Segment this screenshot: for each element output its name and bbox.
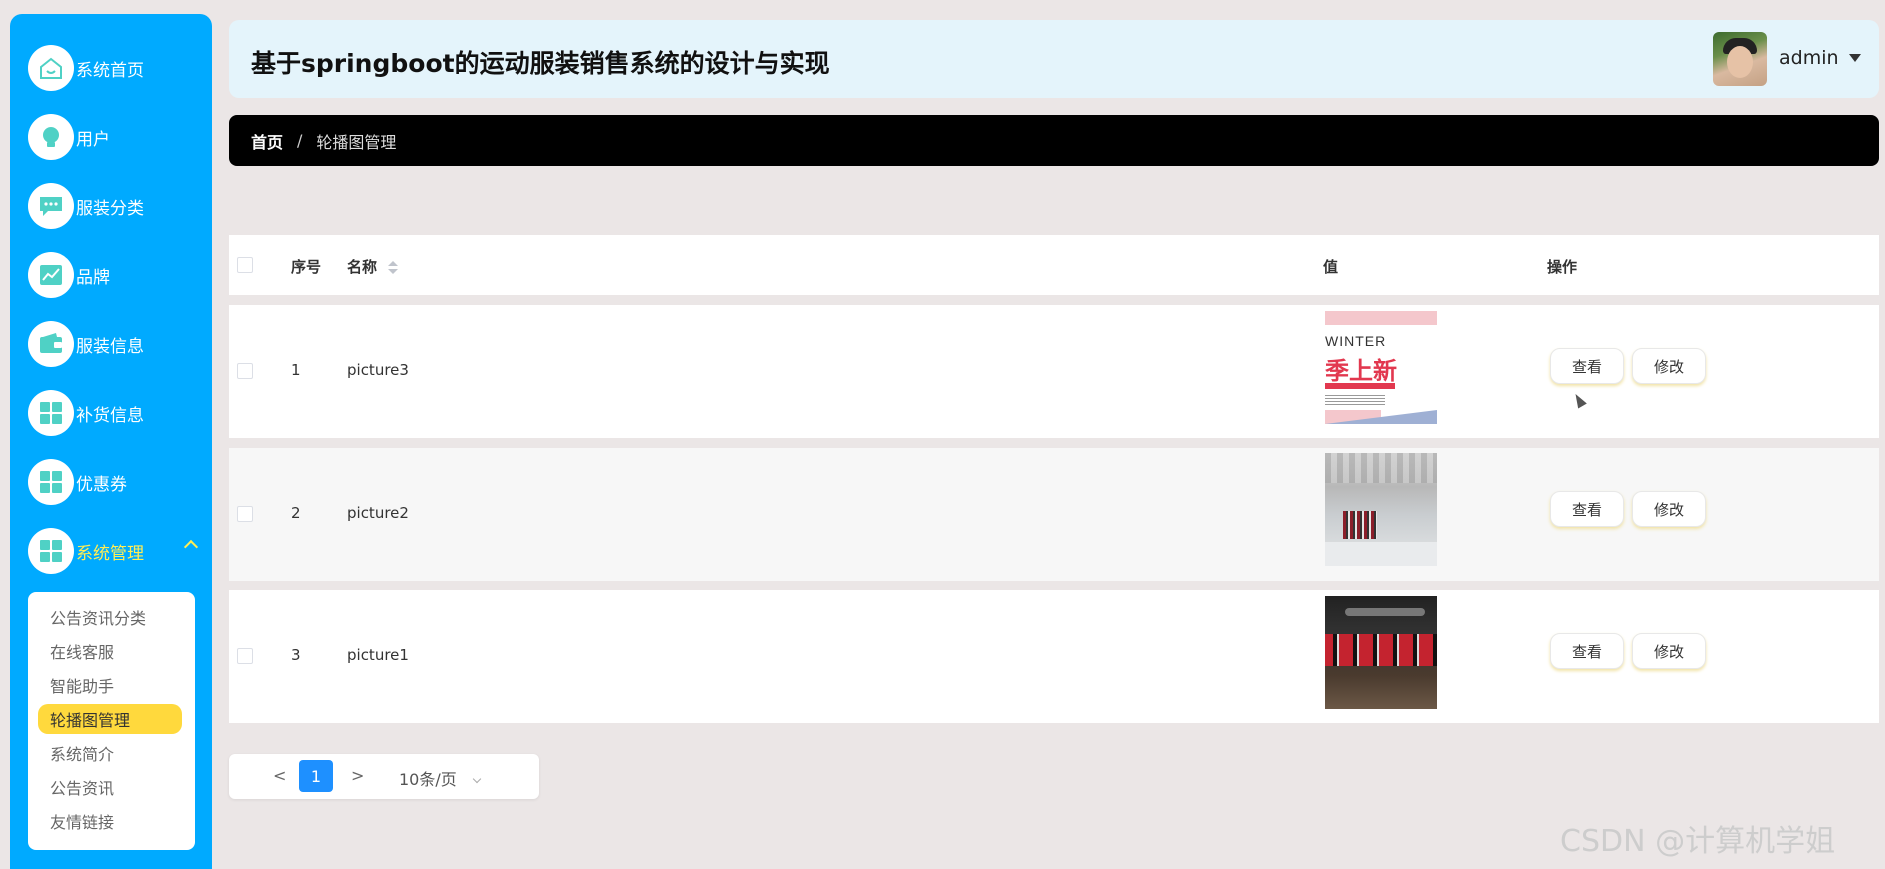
watermark: CSDN @计算机学姐 bbox=[1560, 824, 1836, 859]
sidebar-item-users[interactable]: 用户 bbox=[28, 112, 204, 162]
avatar[interactable] bbox=[1713, 32, 1767, 86]
sidebar-item-label: 用户 bbox=[76, 129, 110, 150]
sidebar-item-home[interactable]: 系统首页 bbox=[28, 43, 204, 93]
home-icon bbox=[28, 45, 74, 91]
bulb-icon bbox=[28, 114, 74, 160]
edit-button[interactable]: 修改 bbox=[1632, 491, 1706, 527]
submenu-item-carousel[interactable]: 轮播图管理 bbox=[38, 704, 182, 734]
chart-icon bbox=[28, 252, 74, 298]
column-header-actions: 操作 bbox=[1547, 258, 1578, 276]
carousel-thumbnail[interactable]: WINTER 季上新 bbox=[1325, 311, 1437, 424]
page-size-value: 10条/页 bbox=[399, 770, 457, 789]
caret-down-icon bbox=[1848, 54, 1861, 62]
submenu-system-management: 公告资讯分类 在线客服 智能助手 轮播图管理 系统简介 公告资讯 友情链接 bbox=[28, 592, 195, 850]
submenu-item-notice-category[interactable]: 公告资讯分类 bbox=[38, 602, 182, 632]
row-index: 3 bbox=[291, 646, 301, 664]
breadcrumb-separator: / bbox=[297, 131, 303, 150]
submenu-item-online-service[interactable]: 在线客服 bbox=[38, 636, 182, 666]
sidebar-item-label: 服装信息 bbox=[76, 336, 144, 357]
column-header-name-label: 名称 bbox=[347, 258, 378, 276]
row-name: picture3 bbox=[347, 361, 409, 379]
breadcrumb: 首页 / 轮播图管理 bbox=[229, 115, 1879, 166]
page-number-current[interactable]: 1 bbox=[299, 760, 333, 792]
row-index: 1 bbox=[291, 361, 301, 379]
row-checkbox[interactable] bbox=[237, 648, 253, 664]
sidebar-item-clothing-info[interactable]: 服装信息 bbox=[28, 319, 204, 369]
view-button[interactable]: 查看 bbox=[1550, 491, 1624, 527]
column-header-name[interactable]: 名称 bbox=[347, 256, 399, 277]
sidebar-item-coupon[interactable]: 优惠券 bbox=[28, 457, 204, 507]
row-index: 2 bbox=[291, 504, 301, 522]
sidebar-item-restock[interactable]: 补货信息 bbox=[28, 388, 204, 438]
submenu-item-links[interactable]: 友情链接 bbox=[38, 806, 182, 836]
view-button[interactable]: 查看 bbox=[1550, 348, 1624, 384]
table-row: 1 picture3 WINTER 季上新 查看 修改 bbox=[229, 305, 1879, 438]
thumbnail-text: WINTER bbox=[1325, 333, 1387, 349]
username: admin bbox=[1779, 47, 1839, 69]
submenu-item-notice[interactable]: 公告资讯 bbox=[38, 772, 182, 802]
table-row: 2 picture2 查看 修改 bbox=[229, 448, 1879, 581]
next-page-button[interactable]: > bbox=[351, 766, 364, 785]
sidebar-item-label: 补货信息 bbox=[76, 405, 144, 426]
row-name: picture2 bbox=[347, 504, 409, 522]
row-checkbox[interactable] bbox=[237, 506, 253, 522]
chevron-up-icon bbox=[183, 539, 199, 555]
prev-page-button[interactable]: < bbox=[273, 766, 286, 785]
sidebar-item-label: 系统首页 bbox=[76, 60, 144, 81]
header: 基于springboot的运动服装销售系统的设计与实现 admin bbox=[229, 20, 1879, 98]
chat-icon bbox=[28, 183, 74, 229]
carousel-thumbnail[interactable] bbox=[1325, 596, 1437, 709]
user-menu[interactable]: admin bbox=[1779, 47, 1861, 69]
row-name: picture1 bbox=[347, 646, 409, 664]
select-all-checkbox[interactable] bbox=[237, 257, 253, 273]
grid-icon bbox=[28, 390, 74, 436]
sort-icon[interactable] bbox=[388, 260, 399, 275]
submenu-item-system-intro[interactable]: 系统简介 bbox=[38, 738, 182, 768]
sidebar-item-label: 优惠券 bbox=[76, 474, 127, 495]
sidebar-item-brand[interactable]: 品牌 bbox=[28, 250, 204, 300]
wallet-icon bbox=[28, 321, 74, 367]
column-header-index: 序号 bbox=[291, 258, 322, 276]
sidebar-item-label: 系统管理 bbox=[76, 543, 144, 564]
carousel-thumbnail[interactable] bbox=[1325, 453, 1437, 566]
breadcrumb-current: 轮播图管理 bbox=[316, 132, 397, 152]
column-header-value: 值 bbox=[1323, 258, 1339, 276]
sidebar-item-label: 品牌 bbox=[76, 267, 110, 288]
sidebar-item-label: 服装分类 bbox=[76, 198, 144, 219]
thumbnail-text: 季上新 bbox=[1325, 357, 1397, 385]
submenu-item-assistant[interactable]: 智能助手 bbox=[38, 670, 182, 700]
edit-button[interactable]: 修改 bbox=[1632, 348, 1706, 384]
sidebar-item-clothing-category[interactable]: 服装分类 bbox=[28, 181, 204, 231]
chevron-down-icon bbox=[472, 774, 482, 784]
row-checkbox[interactable] bbox=[237, 363, 253, 379]
edit-button[interactable]: 修改 bbox=[1632, 633, 1706, 669]
grid-icon bbox=[28, 459, 74, 505]
grid-icon bbox=[28, 528, 74, 574]
page-size-select[interactable]: 10条/页 bbox=[399, 766, 482, 790]
sidebar-item-system-management[interactable]: 系统管理 bbox=[28, 526, 204, 576]
page-title: 基于springboot的运动服装销售系统的设计与实现 bbox=[251, 49, 830, 78]
view-button[interactable]: 查看 bbox=[1550, 633, 1624, 669]
breadcrumb-home[interactable]: 首页 bbox=[251, 129, 283, 153]
table-header: 序号 名称 值 操作 bbox=[229, 235, 1879, 295]
pagination: < 1 > 10条/页 bbox=[229, 754, 539, 799]
table-row: 3 picture1 查看 修改 bbox=[229, 590, 1879, 723]
